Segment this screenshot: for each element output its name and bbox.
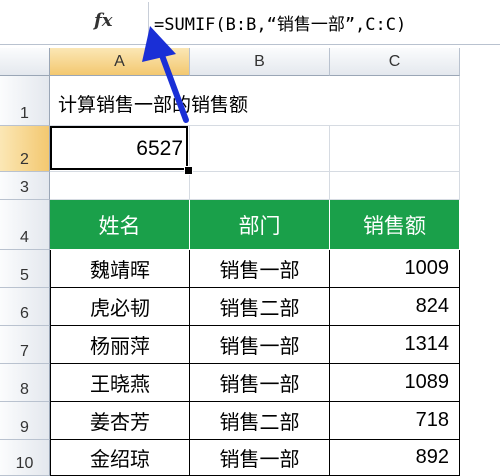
arrow-up-left-icon xyxy=(142,26,189,123)
